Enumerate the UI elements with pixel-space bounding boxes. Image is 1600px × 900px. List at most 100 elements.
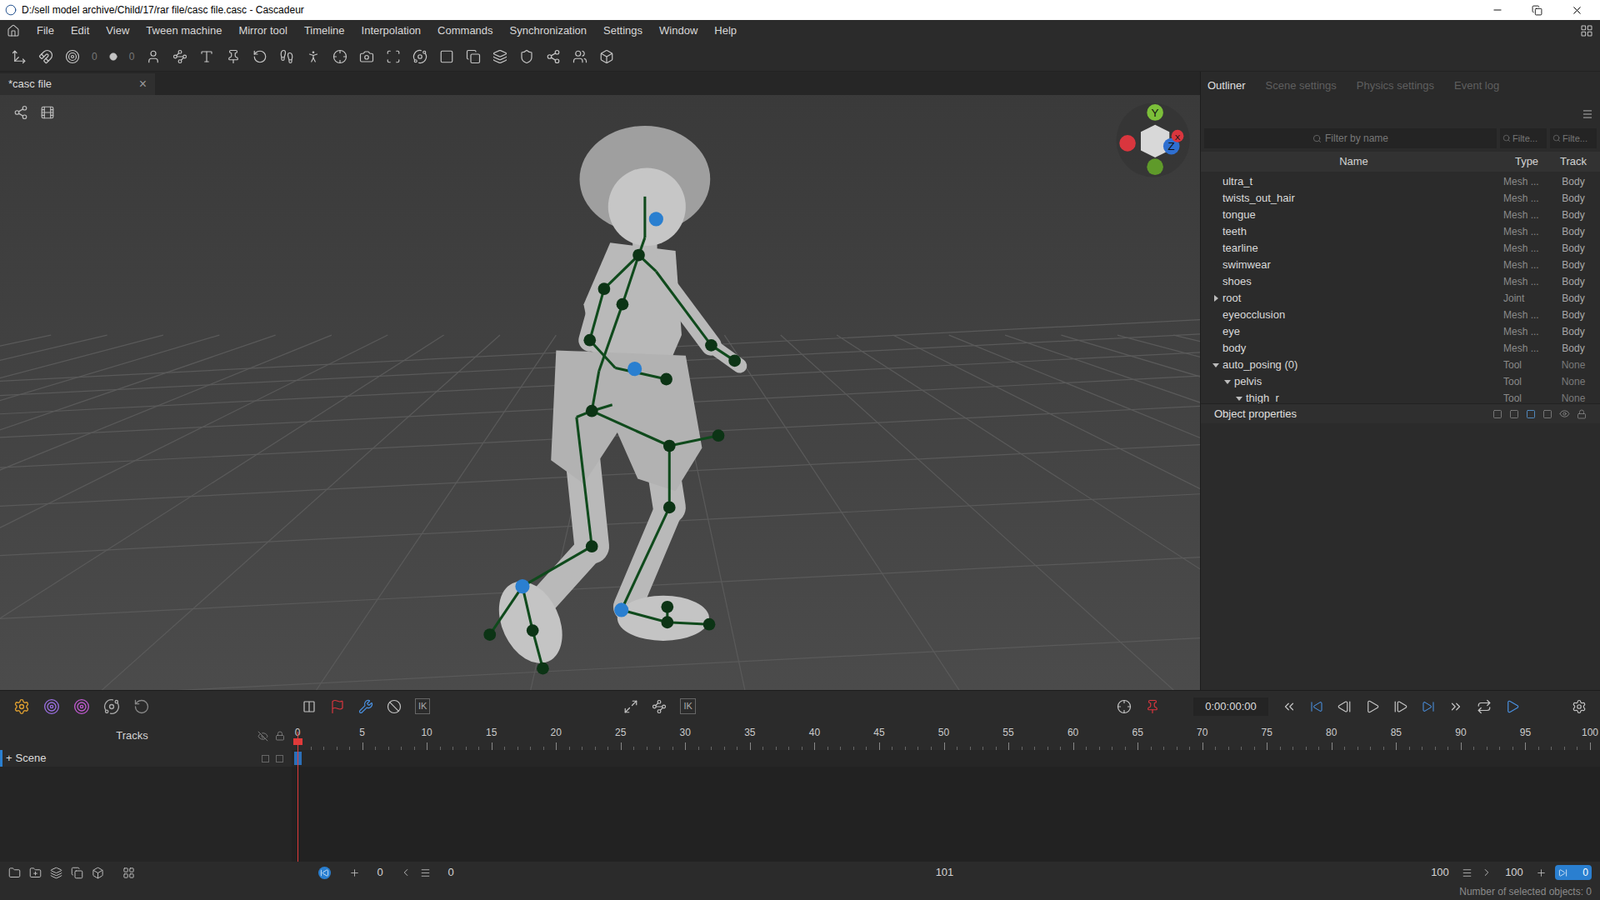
name-filter[interactable]: Filter by name (1204, 128, 1497, 149)
point-icon[interactable] (109, 52, 118, 61)
expanded-arrow-icon[interactable] (1212, 361, 1220, 369)
physics-icon[interactable] (13, 698, 30, 715)
box-icon[interactable] (91, 866, 105, 880)
outliner-row[interactable]: pelvisToolNone (1200, 373, 1600, 390)
viewport[interactable]: YZX (0, 95, 1200, 690)
track-row[interactable]: +Scene (0, 750, 292, 767)
add-folder-icon[interactable] (29, 866, 42, 880)
last-frame-icon[interactable] (1421, 700, 1435, 714)
range-start-icon[interactable] (318, 866, 331, 880)
layout-icon[interactable] (1580, 24, 1594, 38)
outliner-row[interactable]: thigh_rToolNone (1200, 390, 1600, 404)
range-end-icon[interactable] (1558, 868, 1568, 878)
pin-icon[interactable] (225, 49, 241, 65)
outliner-row[interactable]: tearlineMesh ...Body (1200, 240, 1600, 257)
menu-item[interactable]: Edit (62, 22, 98, 40)
viewport-scene[interactable]: YZX (0, 95, 1200, 690)
ik-button[interactable]: IK (415, 698, 430, 715)
keyframe-flag-icon[interactable] (330, 699, 345, 715)
search-icon[interactable] (1502, 134, 1511, 143)
grid-icon[interactable] (122, 866, 135, 880)
menu-item[interactable]: Tween machine (137, 22, 230, 40)
orientation-gizmo[interactable]: YZX (1116, 103, 1190, 178)
autophysics-icon[interactable] (43, 698, 60, 715)
settings-icon[interactable] (1571, 699, 1587, 715)
expanded-arrow-icon[interactable] (1235, 395, 1243, 402)
close-tab-button[interactable]: × (139, 74, 147, 95)
object-icon[interactable] (599, 49, 615, 65)
menu-item[interactable]: Timeline (295, 22, 354, 40)
range-end-field[interactable]: 100 (1426, 864, 1454, 881)
range-left-icon[interactable] (400, 866, 412, 879)
lock-tracks-icon[interactable] (275, 730, 285, 741)
prop-icon[interactable] (1542, 409, 1553, 420)
playhead[interactable] (297, 731, 299, 862)
restore-icon[interactable] (1531, 5, 1543, 16)
toolbar-field[interactable]: 0 (129, 49, 135, 65)
track-checkbox[interactable] (275, 755, 284, 763)
close-window-icon[interactable] (1570, 4, 1584, 17)
rotate-icon[interactable] (252, 49, 268, 65)
skeleton-rig[interactable] (483, 196, 741, 675)
outliner-row[interactable]: eyeocclusionMesh ...Body (1200, 306, 1600, 324)
menu-item[interactable]: Help (705, 22, 745, 40)
copy-track-icon[interactable] (70, 866, 84, 880)
collapsed-arrow-icon[interactable] (1212, 295, 1220, 302)
track-lane[interactable] (291, 750, 1600, 767)
visibility-icon[interactable] (1559, 408, 1570, 420)
axis-icon[interactable] (11, 49, 27, 65)
disable-icon[interactable] (386, 699, 402, 715)
outliner-row[interactable]: bodyMesh ...Body (1200, 340, 1600, 357)
panel-tab[interactable]: Event log (1454, 77, 1500, 95)
menu-item[interactable]: Interpolation (353, 22, 430, 40)
prop-icon[interactable] (1492, 409, 1503, 420)
frame-icon[interactable] (385, 49, 401, 65)
duplicate-icon[interactable] (465, 49, 481, 65)
menu-item[interactable]: File (28, 22, 63, 40)
panel-tab[interactable]: Outliner (1207, 77, 1246, 95)
tool-icon[interactable] (358, 699, 374, 715)
pivot-icon[interactable] (65, 49, 80, 65)
snap-icon[interactable] (38, 49, 54, 65)
range-menu-icon[interactable] (420, 867, 431, 879)
prop-icon[interactable] (1509, 409, 1520, 420)
mirror-icon[interactable] (572, 49, 588, 65)
range-start-field[interactable]: 0 (368, 864, 392, 881)
ik-button[interactable]: IK (680, 698, 695, 715)
timeline-area[interactable]: 0510152025303540455055606570758085909510… (291, 721, 1600, 862)
panel-tab[interactable]: Scene settings (1265, 77, 1337, 95)
outliner-row[interactable]: shoesMesh ...Body (1200, 273, 1600, 290)
layers-icon[interactable] (492, 49, 508, 65)
prev-key-icon[interactable] (1336, 699, 1352, 715)
display-icon[interactable] (13, 105, 29, 120)
document-tab[interactable]: *casc file× (0, 73, 155, 95)
toolbar-field[interactable]: 0 (91, 49, 98, 65)
box-select-icon[interactable] (439, 49, 455, 65)
menu-item[interactable]: Settings (595, 22, 651, 40)
outliner-row[interactable]: rootJointBody (1200, 290, 1600, 307)
menu-item[interactable]: Mirror tool (230, 22, 296, 40)
search-icon[interactable] (1312, 134, 1322, 144)
panel-menu-icon[interactable] (1581, 108, 1594, 120)
outliner-row[interactable]: twists_out_hairMesh ...Body (1200, 190, 1600, 207)
camera-view-icon[interactable] (40, 105, 55, 120)
outliner-row[interactable]: auto_posing (0)ToolNone (1200, 356, 1600, 374)
shield-icon[interactable] (519, 49, 535, 65)
pin-frame-icon[interactable] (1145, 699, 1160, 715)
menu-item[interactable]: Commands (429, 22, 501, 40)
fulcrum-icon[interactable] (73, 698, 90, 715)
pose-icon[interactable] (305, 49, 321, 65)
text-icon[interactable] (199, 49, 215, 65)
camera-icon[interactable] (359, 49, 375, 65)
play-icon[interactable] (1365, 699, 1380, 715)
outliner-row[interactable]: swimwearMesh ...Body (1200, 256, 1600, 274)
column-filter[interactable]: Filte... (1550, 128, 1597, 149)
loop-icon[interactable] (1476, 699, 1492, 715)
cycle-icon[interactable] (133, 698, 150, 715)
home-icon[interactable] (6, 24, 20, 38)
rig-icon[interactable] (545, 49, 561, 65)
crosshair-icon[interactable] (332, 49, 348, 65)
app-logo-icon[interactable] (5, 4, 17, 16)
outliner-row[interactable]: eyeMesh ...Body (1200, 323, 1600, 340)
menu-item[interactable]: Synchronization (501, 22, 596, 40)
